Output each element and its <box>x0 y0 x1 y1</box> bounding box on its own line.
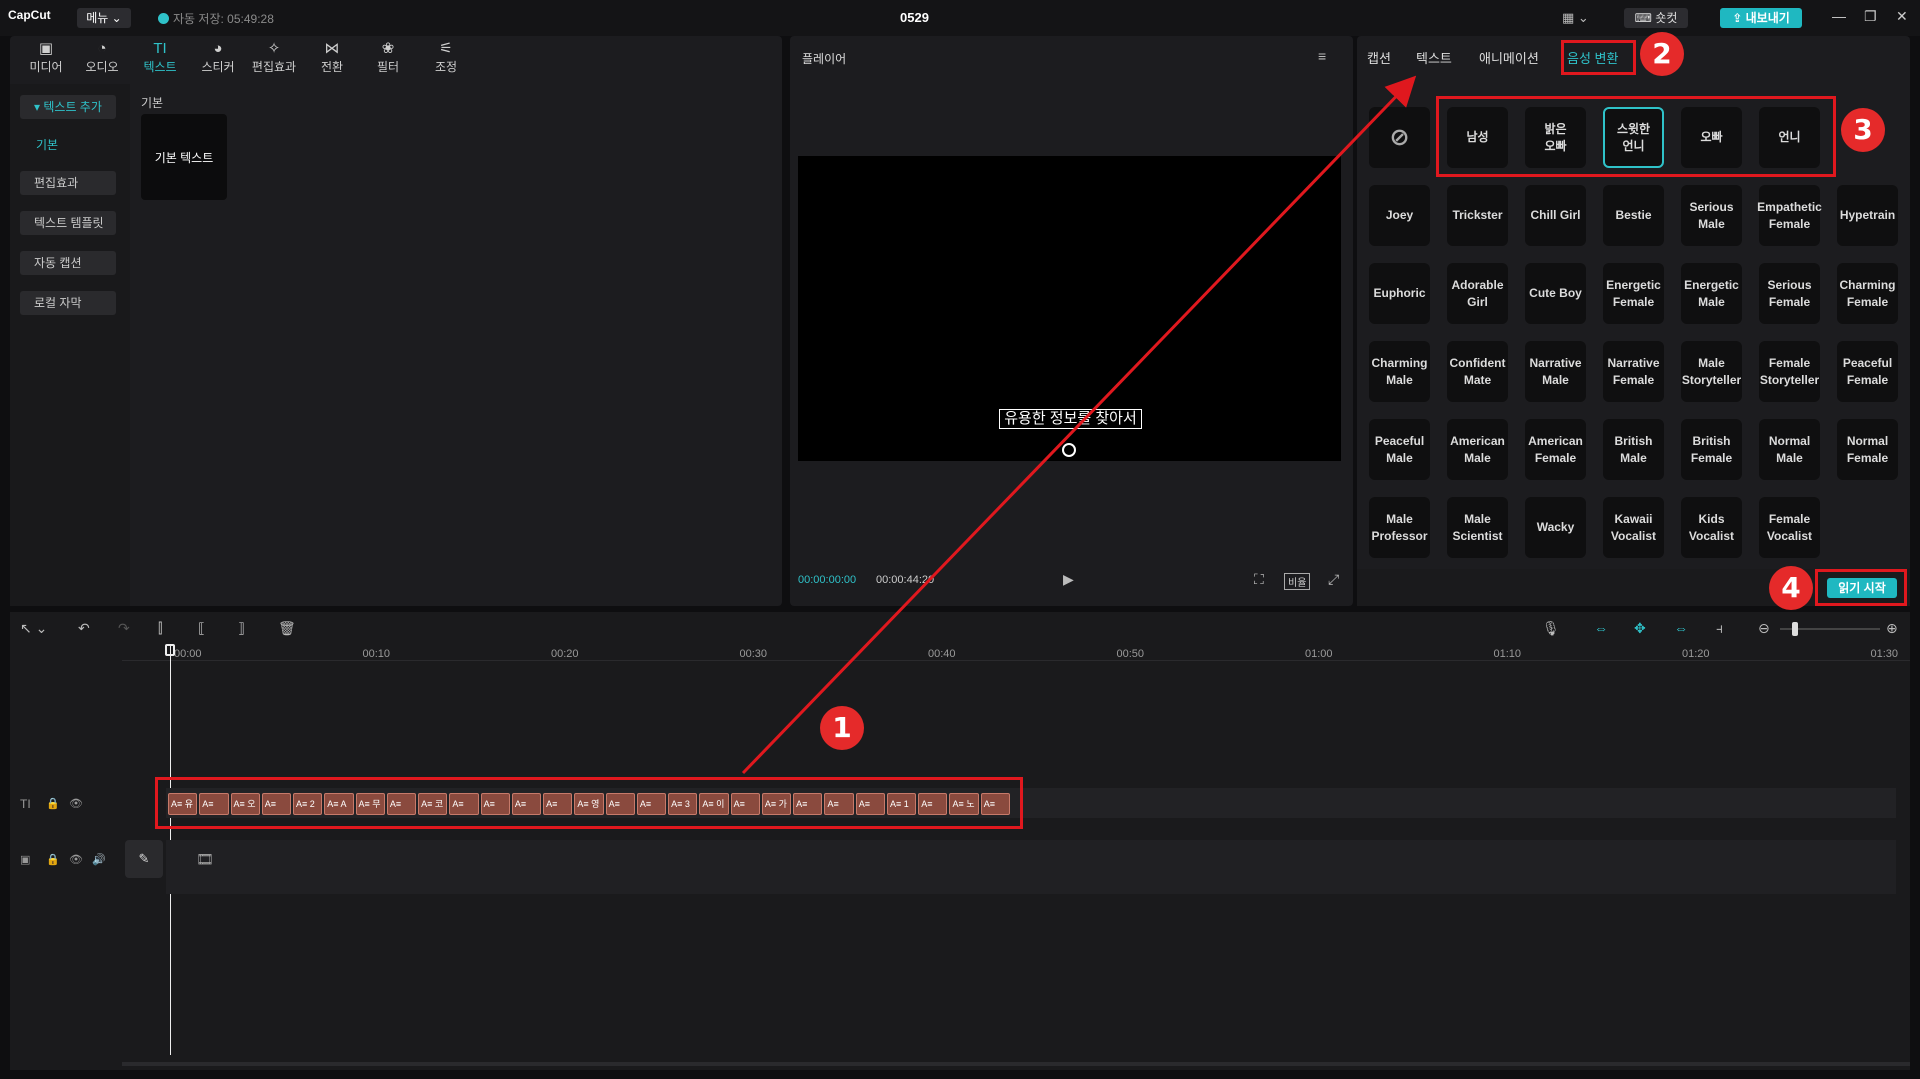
arrow-line <box>741 75 1417 775</box>
annotation-arrow <box>741 75 1417 775</box>
